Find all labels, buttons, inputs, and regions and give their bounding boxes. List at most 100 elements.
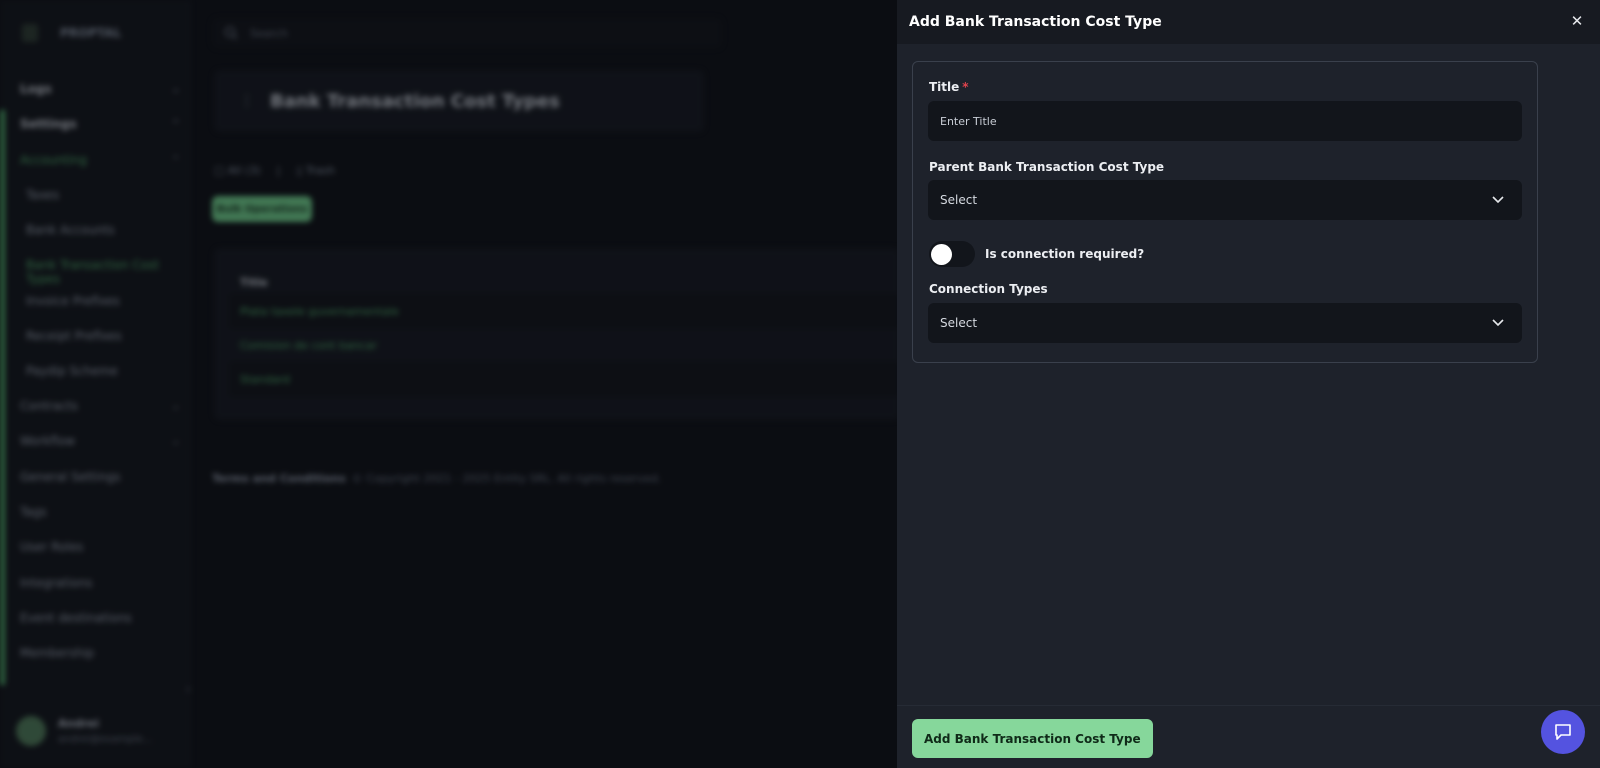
sidebar-item-contracts[interactable]: Contracts ⌄ <box>20 399 180 413</box>
table-cell[interactable]: Plata taxele guvernamentale <box>240 305 399 318</box>
sidebar-item-label: Bank Transaction Cost Types <box>26 258 160 286</box>
logo-icon <box>22 24 38 42</box>
table-cell[interactable]: Standard <box>240 373 290 386</box>
page-footer: Terms and Conditions © Copyright 2021 - … <box>212 472 661 485</box>
sidebar-item-settings[interactable]: Settings ⌃ <box>20 117 180 131</box>
add-cost-type-drawer: Add Bank Transaction Cost Type ✕ Title * … <box>897 0 1600 768</box>
terms-link[interactable]: Terms and Conditions <box>212 472 346 485</box>
sidebar-item-logs[interactable]: Logs ⌄ <box>20 82 180 96</box>
sidebar-item-bank-accounts[interactable]: Bank Accounts <box>26 223 186 237</box>
sidebar-active-accent <box>0 110 5 685</box>
search-placeholder: Search <box>250 26 288 40</box>
chevron-down-icon: ⌄ <box>171 400 180 412</box>
title-label-text: Title <box>929 80 960 94</box>
required-marker: * <box>962 80 969 94</box>
search-bar[interactable]: Search <box>212 18 722 48</box>
title-label: Title * <box>929 80 969 94</box>
sidebar-item-label: Invoice Prefixes <box>26 294 120 308</box>
sidebar-item-taxes[interactable]: Taxes <box>26 188 186 202</box>
sidebar-item-integrations[interactable]: Integrations <box>20 576 180 590</box>
sidebar-item-label: User Roles <box>20 540 84 554</box>
page-header: ⋮ Bank Transaction Cost Types <box>214 70 704 132</box>
parent-type-select[interactable]: Select <box>928 180 1522 220</box>
chevron-down-icon <box>1492 319 1504 327</box>
sidebar: PROPTAL Logs ⌄ Settings ⌃ Accounting ⌃ Taxe… <box>0 0 190 768</box>
search-icon <box>224 26 238 40</box>
sidebar-item-membership[interactable]: Membership <box>20 646 180 660</box>
sidebar-item-label: Bank Accounts <box>26 223 115 237</box>
sidebar-item-label: Tags <box>20 505 47 519</box>
chevron-up-icon: ⌃ <box>171 154 180 166</box>
sidebar-item-invoice-prefixes[interactable]: Invoice Prefixes <box>26 294 186 308</box>
sidebar-item-label: Logs <box>20 82 52 96</box>
chat-button[interactable] <box>1541 710 1585 754</box>
connection-required-label: Is connection required? <box>985 247 1145 261</box>
sidebar-item-paydip-scheme[interactable]: Paydip Scheme <box>26 364 186 378</box>
sidebar-item-label: Event destinations <box>20 611 132 625</box>
user-name: Andrei <box>58 717 99 730</box>
connection-required-toggle[interactable] <box>929 241 975 267</box>
sidebar-item-label: Integrations <box>20 576 93 590</box>
connection-required-row: Is connection required? <box>929 241 1144 267</box>
table-row[interactable]: Plata taxele guvernamentale <box>230 294 900 328</box>
filter-all-label: All (3) <box>227 164 261 177</box>
sidebar-item-label: Receipt Prefixes <box>26 329 122 343</box>
table-row[interactable]: Standard <box>230 362 900 396</box>
sidebar-item-label: Accounting <box>20 153 88 167</box>
background-page: PROPTAL Logs ⌄ Settings ⌃ Accounting ⌃ Taxe… <box>0 0 900 768</box>
sidebar-item-tags[interactable]: Tags <box>20 505 180 519</box>
chevron-down-icon: ⌄ <box>171 435 180 447</box>
table-cell[interactable]: Comision de cont bancar <box>240 339 377 352</box>
sidebar-item-bank-transaction-cost-types[interactable]: Bank Transaction Cost Types <box>26 258 186 286</box>
avatar <box>16 716 46 746</box>
connection-types-value: Select <box>940 316 978 330</box>
chevron-up-icon: ⌃ <box>171 118 180 130</box>
parent-type-value: Select <box>940 193 978 207</box>
connection-types-select[interactable]: Select <box>928 303 1522 343</box>
logo-text: PROPTAL <box>60 26 122 40</box>
user-email: andrei@example... <box>58 734 153 745</box>
list-filters: □ All (3) | ▯ Trash <box>214 164 335 177</box>
sidebar-item-label: Contracts <box>20 399 78 413</box>
sidebar-item-label: Settings <box>20 117 77 131</box>
chat-icon <box>1555 724 1571 740</box>
title-input[interactable] <box>928 101 1522 141</box>
parent-type-label: Parent Bank Transaction Cost Type <box>929 160 1165 174</box>
sidebar-item-receipt-prefixes[interactable]: Receipt Prefixes <box>26 329 186 343</box>
sidebar-item-general-settings[interactable]: General Settings <box>20 470 180 484</box>
chevron-down-icon: ⌄ <box>171 83 180 95</box>
drawer-footer: Add Bank Transaction Cost Type <box>897 705 1600 768</box>
sidebar-item-label: Paydip Scheme <box>26 364 118 378</box>
more-vertical-icon[interactable]: ⋮ <box>240 93 254 109</box>
sidebar-item-event-destinations[interactable]: Event destinations <box>20 611 180 625</box>
sidebar-item-label: General Settings <box>20 470 121 484</box>
document-icon: □ <box>214 164 225 177</box>
close-icon[interactable]: ✕ <box>1566 10 1588 32</box>
sidebar-item-label: Workflow <box>20 434 76 448</box>
app-logo[interactable]: PROPTAL <box>22 24 121 42</box>
copyright-text: © Copyright 2021 - 2025 Entity SRL. All … <box>351 472 662 485</box>
user-profile[interactable]: Andrei andrei@example... <box>16 716 152 746</box>
data-table: Title Plata taxele guvernamentale Comisi… <box>214 248 900 420</box>
add-cost-type-button[interactable]: Add Bank Transaction Cost Type <box>912 719 1153 758</box>
sidebar-item-label: Membership <box>20 646 95 660</box>
filter-trash[interactable]: ▯ Trash <box>296 164 335 177</box>
column-header-title: Title <box>240 276 268 289</box>
app-window: PROPTAL Logs ⌄ Settings ⌃ Accounting ⌃ Taxe… <box>0 0 1600 768</box>
table-row[interactable]: Comision de cont bancar <box>230 328 900 362</box>
bulk-operations-button[interactable]: Bulk Operations <box>212 196 312 222</box>
divider: | <box>276 164 281 177</box>
sidebar-item-workflow[interactable]: Workflow ⌄ <box>20 434 180 448</box>
drawer-header: Add Bank Transaction Cost Type ✕ <box>897 0 1600 44</box>
chevron-down-icon <box>1492 196 1504 204</box>
connection-types-label: Connection Types <box>929 282 1048 296</box>
drawer-title: Add Bank Transaction Cost Type <box>909 14 1162 30</box>
toggle-knob <box>931 244 952 265</box>
page-title: Bank Transaction Cost Types <box>270 90 560 112</box>
filter-trash-label: Trash <box>305 164 335 177</box>
form-card: Title* Parent Bank Transaction Cost Type… <box>912 61 1538 363</box>
collapse-sidebar-icon[interactable]: ‹ <box>186 682 191 696</box>
filter-all[interactable]: □ All (3) <box>214 164 261 177</box>
sidebar-item-accounting[interactable]: Accounting ⌃ <box>20 153 180 167</box>
sidebar-item-user-roles[interactable]: User Roles <box>20 540 180 554</box>
